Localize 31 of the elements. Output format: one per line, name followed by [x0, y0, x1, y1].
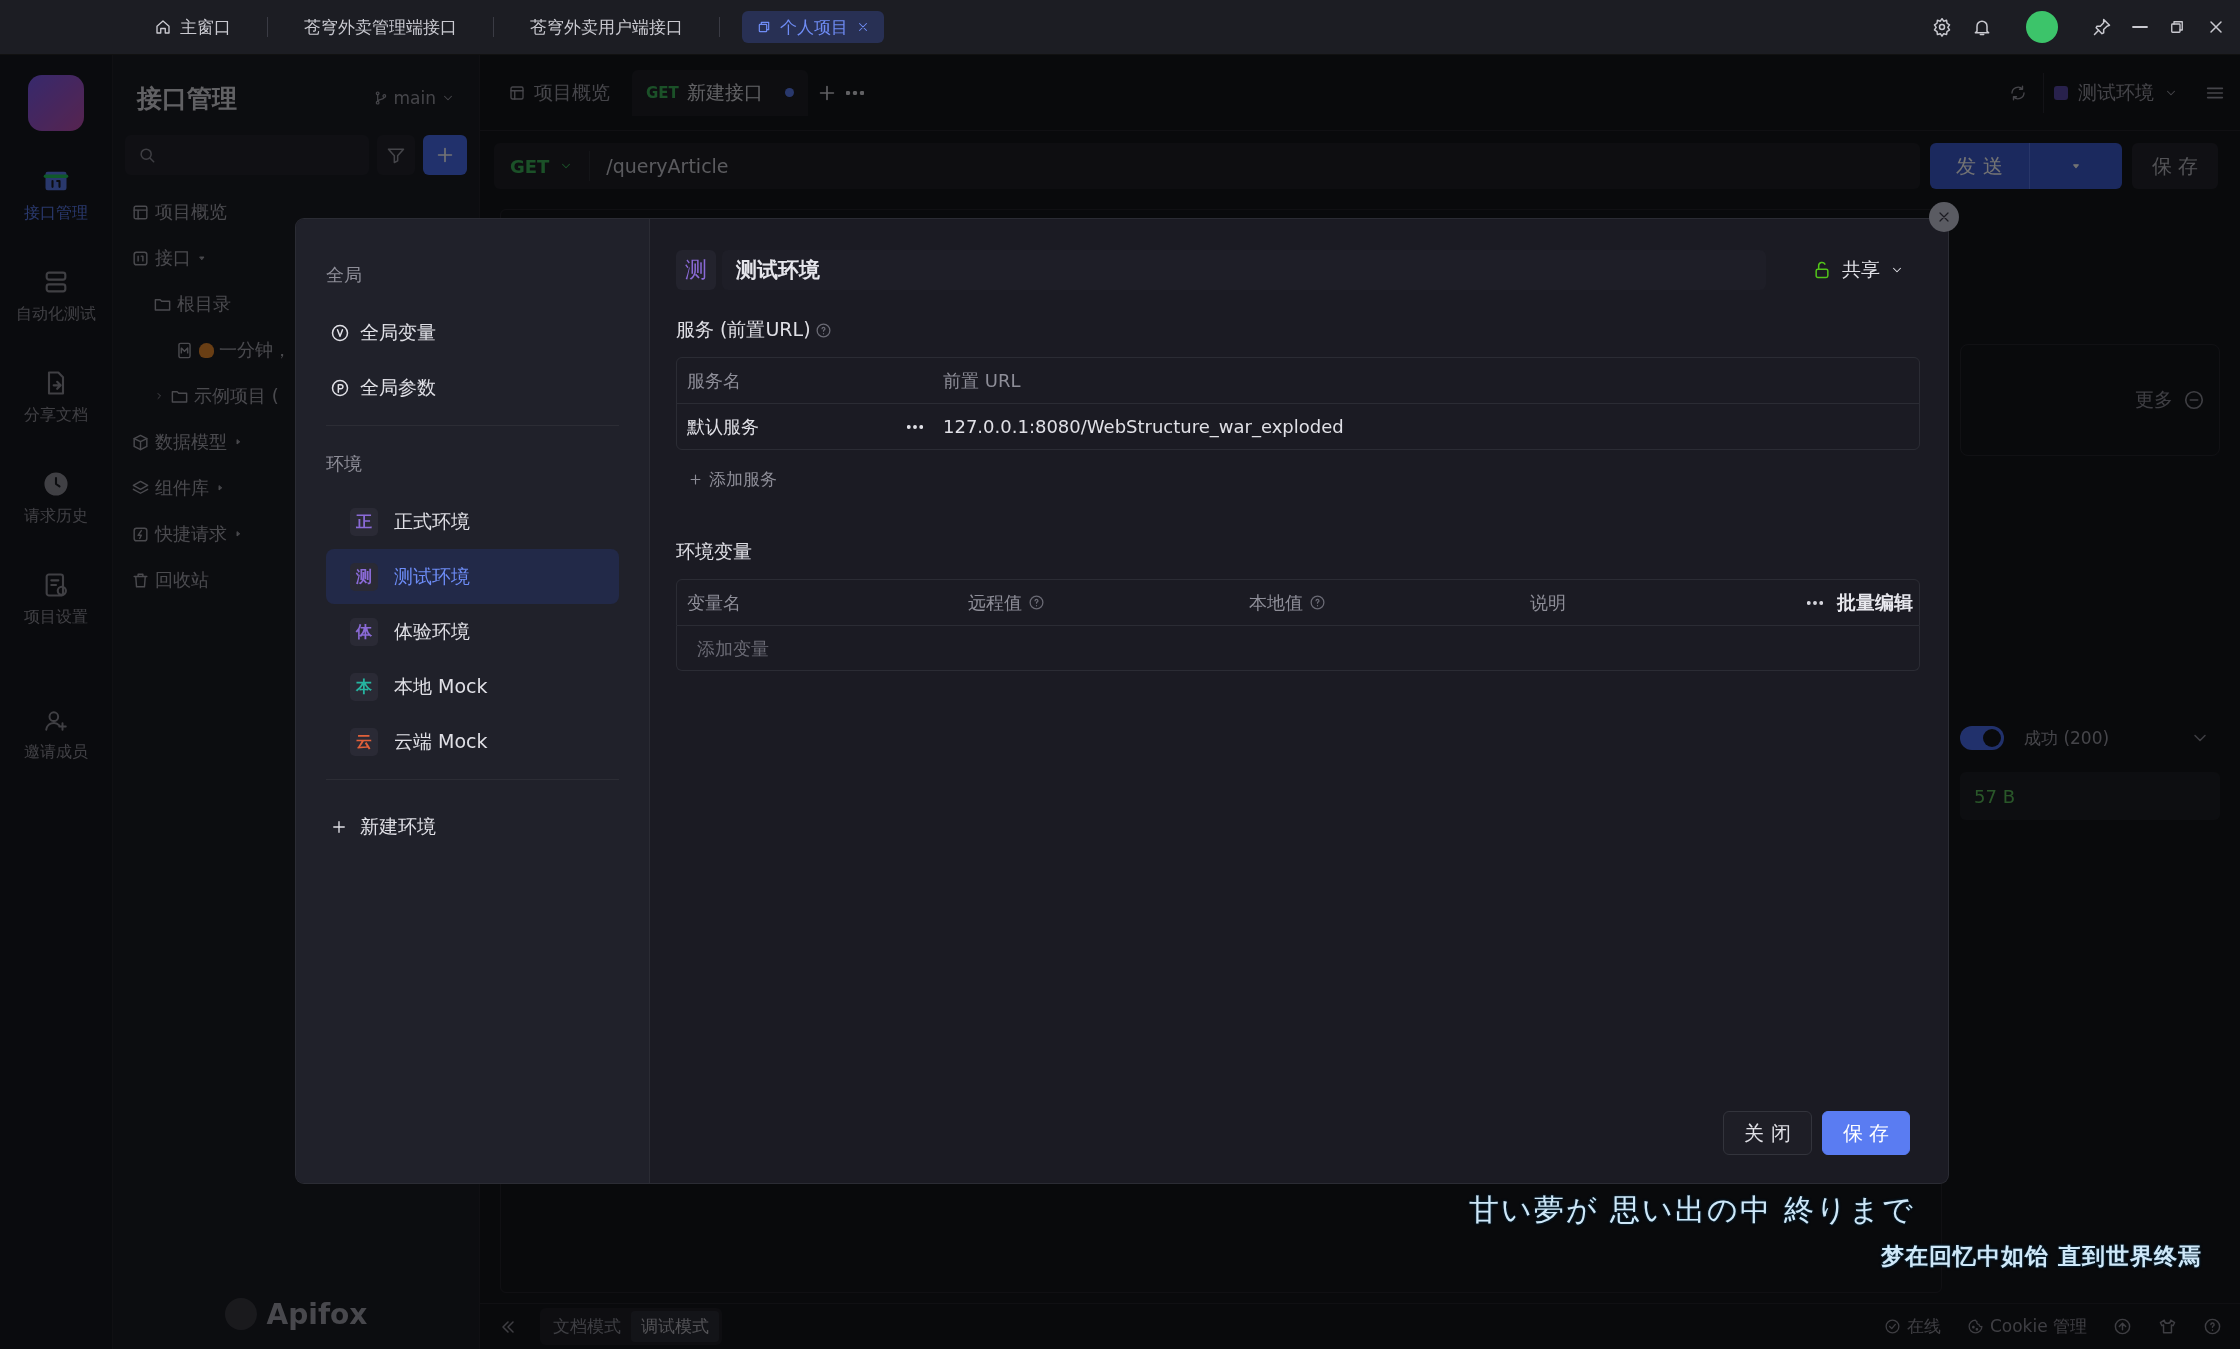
- sidebar-title: 接口管理: [137, 82, 237, 115]
- table-cell-text: 默认服务: [686, 414, 760, 439]
- lyrics-line: 梦在回忆中如饴 直到世界终焉: [1881, 1241, 2202, 1271]
- column-header: 本地值: [1249, 590, 1303, 615]
- tree-label: 数据模型: [155, 430, 227, 454]
- column-header: 变量名: [687, 590, 741, 615]
- section-heading: 服务 (前置URL): [676, 317, 811, 342]
- tree-label: 接口: [155, 246, 191, 270]
- section-heading: 全局: [326, 263, 363, 287]
- environment-badge: 测: [676, 250, 716, 290]
- lyrics-line: 甘い夢が 思い出の中 終りまで: [1468, 1191, 1915, 1229]
- environment-badge: 本: [350, 672, 378, 701]
- column-header: 前置 URL: [942, 368, 1022, 393]
- tree-label: 示例项目 (: [194, 384, 279, 408]
- section-heading: 环境变量: [676, 539, 752, 564]
- tree-label: 快捷请求: [155, 522, 227, 546]
- tree-label: 组件库: [155, 476, 209, 500]
- environment-badge: 云: [350, 727, 378, 756]
- environment-badge: 体: [350, 617, 378, 646]
- tree-label: 项目概览: [155, 200, 227, 224]
- brand-logo: Apifox: [125, 1279, 467, 1349]
- column-header: 远程值: [968, 590, 1022, 615]
- column-header: 说明: [1530, 590, 1566, 615]
- section-heading: 环境: [326, 452, 363, 476]
- column-header: 服务名: [686, 368, 742, 393]
- environment-badge: 测: [350, 562, 378, 591]
- size-label: 57 B: [1974, 785, 2015, 807]
- tree-label: 根目录: [177, 292, 231, 316]
- environment-badge: 正: [350, 507, 378, 536]
- tree-label: 回收站: [155, 568, 209, 592]
- status-label: 成功 (200): [2024, 726, 2110, 750]
